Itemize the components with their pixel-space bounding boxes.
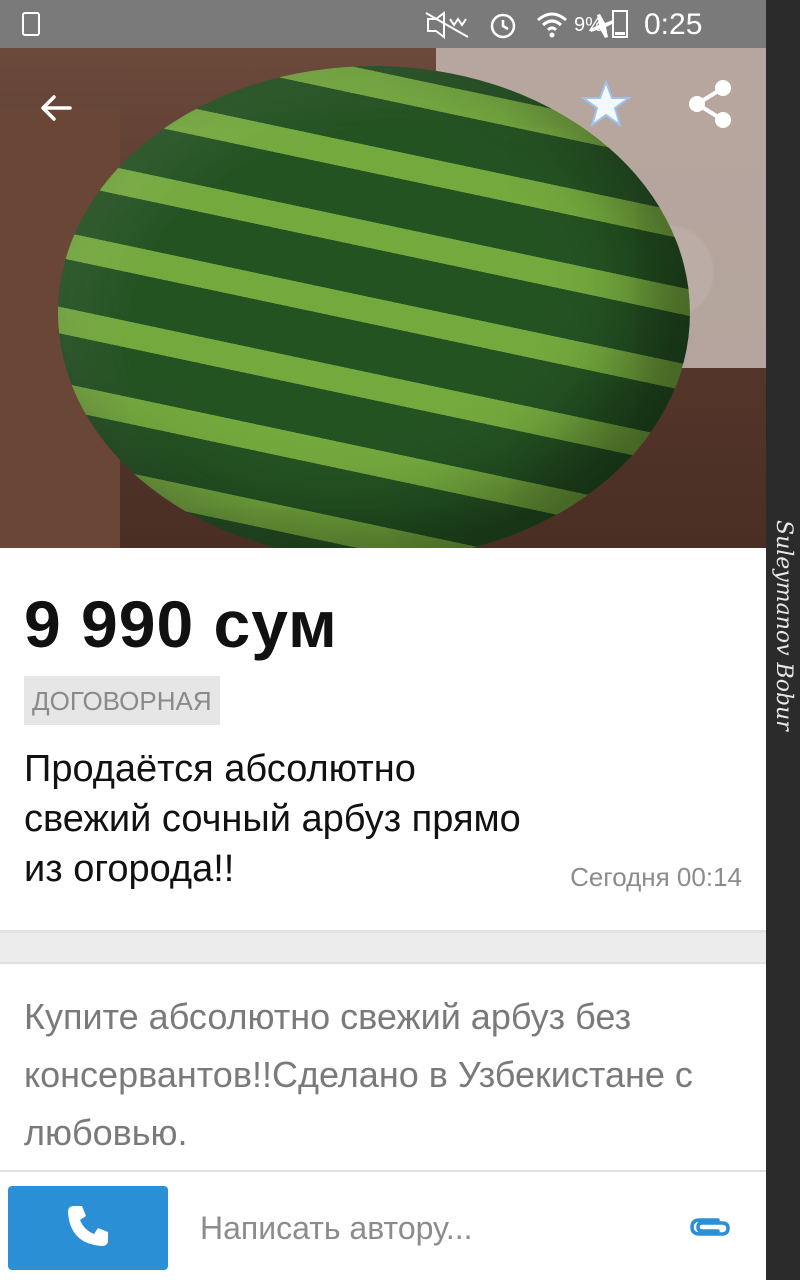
listing-date: Сегодня 00:14 bbox=[570, 862, 742, 892]
star-icon bbox=[579, 78, 633, 134]
section-divider bbox=[0, 930, 766, 964]
phone-icon bbox=[64, 1202, 112, 1255]
listing-description: Купите абсолютно свежий арбуз без консер… bbox=[24, 996, 693, 1153]
message-author-input[interactable]: Написать автору... bbox=[200, 1210, 473, 1247]
recycle-notification-icon bbox=[22, 12, 40, 36]
watermelon-image bbox=[58, 66, 690, 548]
negotiable-badge: ДОГОВОРНАЯ bbox=[24, 676, 220, 725]
call-button[interactable] bbox=[8, 1186, 168, 1270]
bottom-action-bar: Написать автору... bbox=[0, 1170, 766, 1280]
app-screen: 9% 0:25 9 990 сум ДОГОВОРНАЯ Продаётся а… bbox=[0, 0, 766, 1280]
battery-percent: 9% bbox=[574, 14, 603, 36]
favorite-button[interactable] bbox=[576, 76, 636, 136]
listing-title: Продаётся абсолютно свежий сочный арбуз … bbox=[24, 748, 521, 890]
clock: 0:25 bbox=[644, 8, 703, 41]
wifi-icon bbox=[536, 10, 568, 40]
share-button[interactable] bbox=[680, 76, 740, 136]
mute-icon bbox=[424, 11, 470, 39]
watermark: Suleymanov Bobur bbox=[771, 520, 796, 731]
alarm-icon bbox=[488, 10, 518, 40]
paperclip-icon bbox=[688, 1218, 732, 1246]
share-icon bbox=[685, 78, 735, 135]
back-button[interactable] bbox=[30, 84, 82, 136]
listing-price: 9 990 сум bbox=[24, 587, 338, 661]
attach-button[interactable] bbox=[688, 1212, 732, 1247]
arrow-left-icon bbox=[38, 90, 74, 131]
battery-icon bbox=[612, 10, 628, 38]
listing-photo[interactable] bbox=[0, 48, 766, 548]
status-bar: 9% 0:25 bbox=[0, 0, 766, 48]
